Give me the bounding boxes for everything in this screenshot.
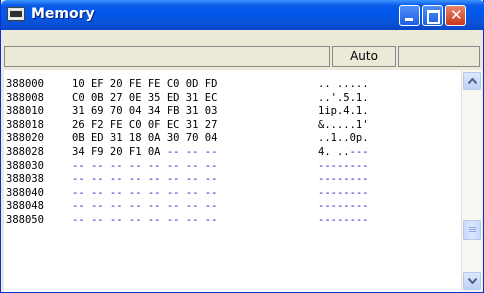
memory-row-ascii: -------- [318, 159, 369, 172]
toolbar: Auto [4, 46, 480, 68]
memory-row-bytes: -- -- -- -- -- -- -- -- [72, 159, 218, 172]
memory-view[interactable]: 388000 10 EF 20 FE FE C0 0D FD .. ..... 388… [4, 70, 461, 292]
toolbar-panel [398, 46, 480, 67]
memory-row-addr: 388018 [6, 118, 44, 131]
memory-row-bytes: 34 F9 20 F1 0A -- -- -- [72, 145, 218, 158]
memory-row-addr: 388000 [6, 78, 44, 90]
memory-row-bytes: 10 EF 20 FE FE C0 0D FD [72, 78, 218, 90]
scroll-down-icon [468, 278, 477, 284]
scroll-up-button[interactable] [463, 72, 481, 90]
close-button[interactable]: ✕ [445, 5, 466, 26]
memory-row-addr: 388048 [6, 200, 44, 213]
address-input[interactable] [4, 46, 330, 67]
memory-row-bytes: 26 F2 FE C0 0F EC 31 27 [72, 118, 218, 131]
close-icon: ✕ [450, 6, 463, 24]
memory-row-ascii: -------- [318, 200, 369, 213]
scroll-down-button[interactable] [463, 272, 481, 290]
auto-button[interactable]: Auto [332, 46, 396, 67]
memory-row-ascii: 1ip.4.1. [318, 105, 369, 118]
scroll-up-icon [468, 78, 477, 84]
memory-row-ascii: 4. ..--- [318, 145, 369, 158]
title-bar[interactable]: Memory ✕ [1, 0, 484, 30]
maximize-button[interactable] [422, 5, 443, 26]
memory-row-addr: 388040 [6, 186, 44, 199]
memory-row-addr: 388038 [6, 173, 44, 186]
memory-row-addr: 388010 [6, 105, 44, 118]
memory-row-addr: 388050 [6, 213, 44, 226]
window-title: Memory [31, 6, 95, 22]
memory-row-ascii: -------- [318, 213, 369, 226]
memory-row-bytes: -- -- -- -- -- -- -- -- [72, 186, 218, 199]
memory-row-bytes: C0 0B 27 0E 35 ED 31 EC [72, 91, 218, 104]
memory-row-bytes: 0B ED 31 18 0A 30 70 04 [72, 132, 218, 145]
memory-row-addr: 388028 [6, 145, 44, 158]
memory-row-ascii: &.....1' [318, 118, 369, 131]
memory-row-ascii: -------- [318, 186, 369, 199]
vertical-scrollbar[interactable] [461, 70, 482, 292]
memory-row-ascii: ..1..0p. [318, 132, 369, 145]
memory-row-bytes: 31 69 70 04 34 FB 31 03 [72, 105, 218, 118]
memory-row-bytes: -- -- -- -- -- -- -- -- [72, 213, 218, 226]
memory-row-addr: 388030 [6, 159, 44, 172]
memory-row-bytes: -- -- -- -- -- -- -- -- [72, 173, 218, 186]
scroll-thumb[interactable] [463, 220, 481, 240]
app-icon[interactable] [7, 7, 25, 21]
memory-row-bytes: -- -- -- -- -- -- -- -- [72, 200, 218, 213]
memory-row-ascii: .. ..... [318, 78, 369, 90]
memory-row-addr: 388008 [6, 91, 44, 104]
memory-window: Memory ✕ Auto 388000 10 EF 20 FE FE C0 0D… [0, 0, 484, 293]
memory-row-ascii: ..'.5.1. [318, 91, 369, 104]
minimize-button[interactable] [399, 5, 420, 26]
memory-row-ascii: -------- [318, 173, 369, 186]
memory-row-addr: 388020 [6, 132, 44, 145]
